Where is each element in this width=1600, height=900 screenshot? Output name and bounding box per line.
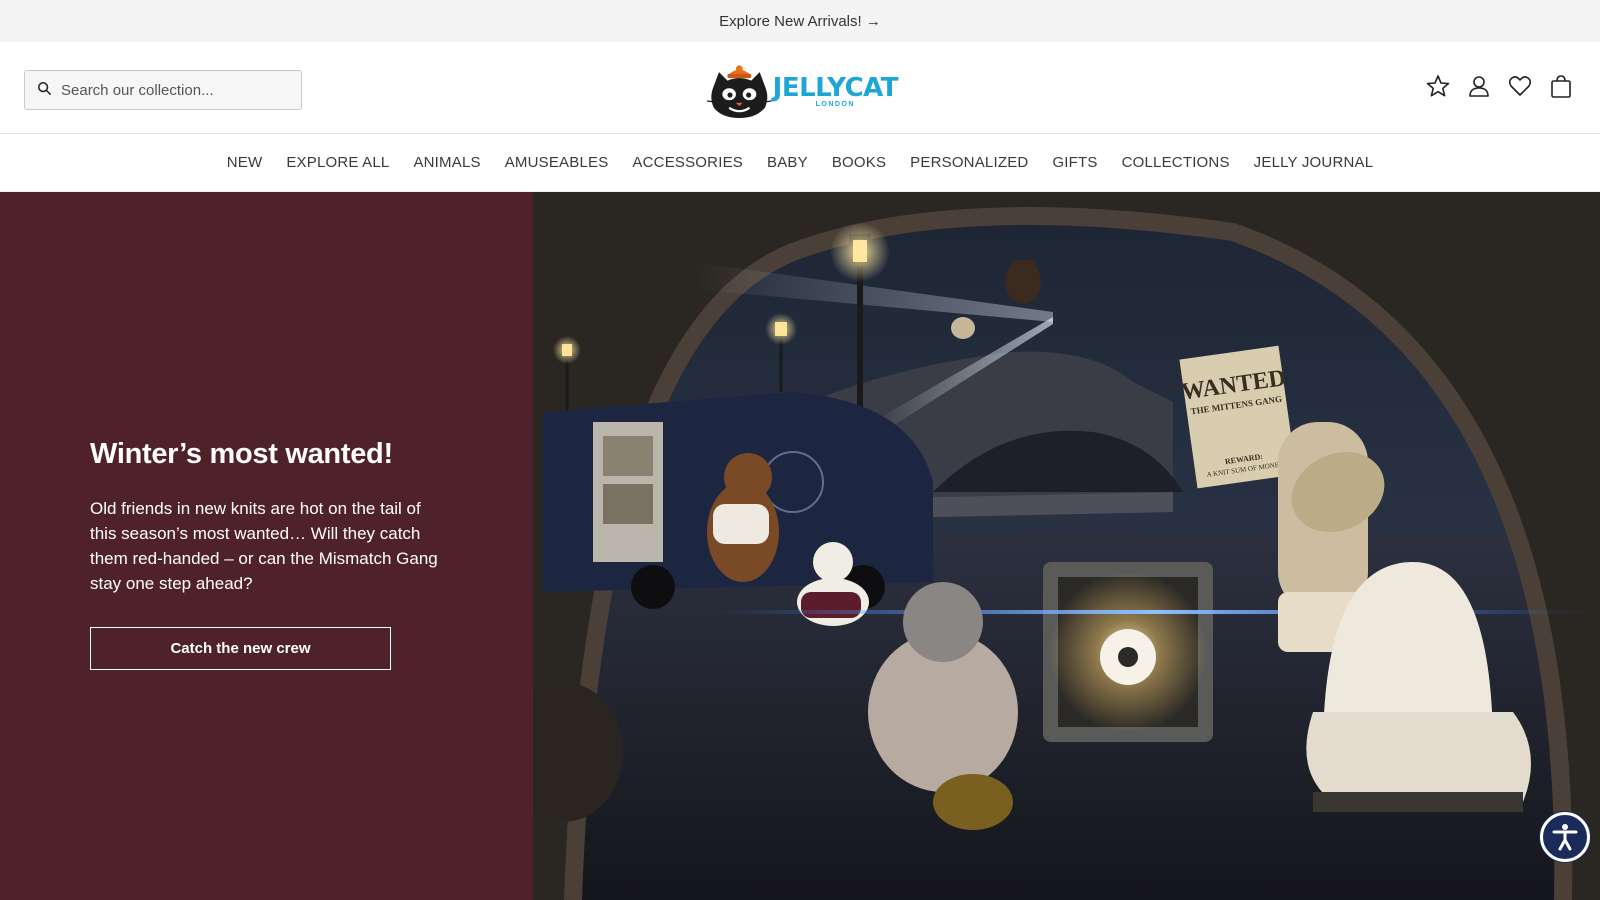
- heart-icon[interactable]: [1507, 72, 1533, 100]
- nav-item-collections[interactable]: COLLECTIONS: [1122, 154, 1230, 171]
- accessibility-button[interactable]: [1540, 812, 1590, 862]
- search-box[interactable]: [24, 70, 302, 110]
- main-nav: NEW EXPLORE ALL ANIMALS AMUSEABLES ACCES…: [0, 134, 1600, 192]
- search-icon: [37, 81, 51, 100]
- logo-subtitle: LONDON: [815, 100, 855, 108]
- nav-item-accessories[interactable]: ACCESSORIES: [632, 154, 743, 171]
- nav-item-books[interactable]: BOOKS: [832, 154, 886, 171]
- search-input[interactable]: [61, 81, 281, 99]
- jellycat-logo[interactable]: JELLYCAT LONDON: [702, 54, 899, 126]
- hero-scene-illustration: WANTED THE MITTENS GANG REWARD: A KNIT S…: [533, 192, 1600, 900]
- nav-item-animals[interactable]: ANIMALS: [413, 154, 480, 171]
- star-icon[interactable]: [1425, 72, 1451, 100]
- announcement-link[interactable]: Explore New Arrivals! →: [719, 13, 881, 30]
- nav-item-new[interactable]: NEW: [227, 154, 263, 171]
- site-header: JELLYCAT LONDON: [0, 42, 1600, 134]
- nav-item-gifts[interactable]: GIFTS: [1052, 154, 1097, 171]
- nav-item-amuseables[interactable]: AMUSEABLES: [505, 154, 609, 171]
- accessibility-icon: [1552, 824, 1578, 851]
- hero-banner: Winter’s most wanted! Old friends in new…: [0, 192, 1600, 900]
- hero-image[interactable]: WANTED THE MITTENS GANG REWARD: A KNIT S…: [533, 192, 1600, 900]
- nav-item-jelly-journal[interactable]: JELLY JOURNAL: [1254, 154, 1374, 171]
- hero-title: Winter’s most wanted!: [90, 438, 393, 470]
- bag-icon[interactable]: [1548, 72, 1574, 100]
- header-icons: [1425, 72, 1574, 100]
- hero-text-panel: Winter’s most wanted! Old friends in new…: [0, 192, 533, 900]
- nav-item-personalized[interactable]: PERSONALIZED: [910, 154, 1028, 171]
- logo-wordmark: JELLYCAT: [772, 72, 899, 103]
- announcement-bar: Explore New Arrivals! →: [0, 0, 1600, 42]
- nav-item-explore-all[interactable]: EXPLORE ALL: [286, 154, 389, 171]
- account-icon[interactable]: [1466, 72, 1492, 100]
- nav-item-baby[interactable]: BABY: [767, 154, 808, 171]
- cat-logo-icon: [707, 65, 772, 118]
- catch-new-crew-button[interactable]: Catch the new crew: [90, 627, 391, 670]
- hero-body: Old friends in new knits are hot on the …: [90, 499, 438, 593]
